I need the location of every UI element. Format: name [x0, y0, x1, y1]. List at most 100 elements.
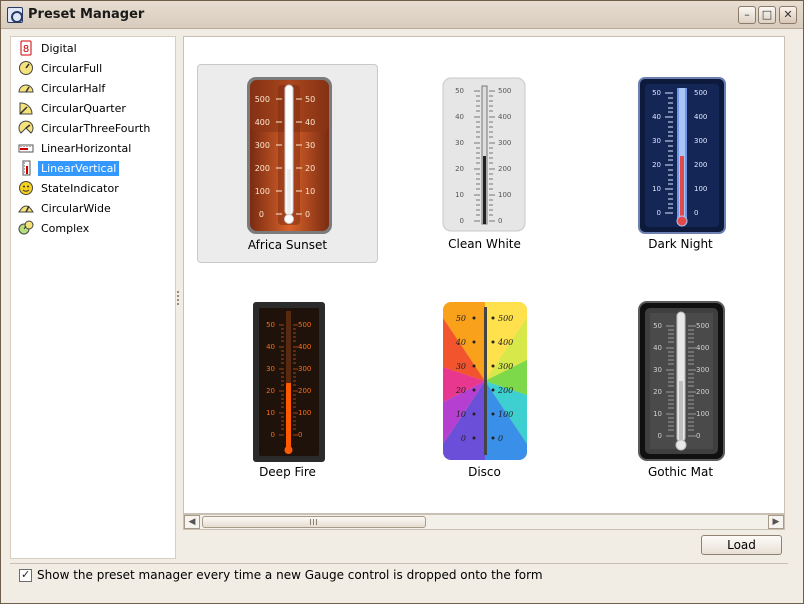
scroll-thumb[interactable]	[202, 516, 426, 528]
gauge-tick-label: 0	[461, 434, 466, 443]
scroll-grip-icon	[310, 519, 318, 525]
gauge-tick-label: 40	[652, 113, 661, 121]
tree-item-label: CircularWide	[41, 201, 111, 215]
tree-item-label: CircularHalf	[41, 81, 106, 95]
tree-item-linear-horizontal[interactable]: LinearHorizontal	[18, 139, 134, 157]
complex-gauge-icon	[18, 220, 34, 236]
gauge-tick-label: 500	[255, 95, 270, 104]
tree-item-digital[interactable]: 8 Digital	[18, 39, 80, 57]
gauge-tick-label: 200	[255, 164, 270, 173]
minimize-button[interactable]: –	[738, 6, 756, 24]
linear-horizontal-gauge-icon	[18, 140, 34, 156]
tree-item-complex[interactable]: Complex	[18, 219, 92, 237]
gauge-tick-label: 10	[456, 410, 466, 419]
circular-full-gauge-icon	[18, 60, 34, 76]
scroll-right-button[interactable]: ▶	[768, 515, 784, 529]
window-title: Preset Manager	[28, 7, 145, 22]
gauge-tick-label: 100	[255, 187, 270, 196]
gauge-tick-label: 50	[455, 87, 464, 95]
footer: Show the preset manager every time a new…	[19, 568, 543, 582]
preset-tile-deep-fire[interactable]: 50 40 30 20 10 0 500 400 300 200 100 0 D…	[197, 289, 378, 488]
gauge-tick-label: 20	[455, 386, 466, 395]
title-bar[interactable]: Preset Manager – □ ✕	[1, 1, 803, 29]
preset-name: Deep Fire	[259, 465, 316, 479]
gauge-tick-label: 0	[259, 210, 264, 219]
tree-item-circular-half[interactable]: CircularHalf	[18, 79, 108, 97]
tree-item-label: LinearVertical	[38, 160, 120, 176]
chevron-right-icon: ▶	[772, 517, 780, 527]
load-button[interactable]: Load	[701, 535, 782, 555]
show-preset-manager-checkbox[interactable]	[19, 568, 32, 582]
preset-name: Gothic Mat	[647, 465, 714, 479]
preset-tile-gothic-mat[interactable]: 50 40 30 20 10 0 500 400 300 200 100 0 G…	[590, 289, 771, 488]
tree-item-circular-three-fourth[interactable]: CircularThreeFourth	[18, 119, 153, 137]
gauge-tick-label: 20	[652, 161, 661, 169]
gauge-tick-label: 100	[498, 191, 511, 199]
gauge-tick-label: 200	[696, 388, 709, 396]
tree-item-label: CircularFull	[41, 61, 103, 75]
clean-white-gauge-preview: 50 40 30 20 10 0 500 400 300 200 100 0	[442, 77, 526, 232]
gauge-tick-label: 40	[455, 113, 464, 121]
horizontal-scrollbar[interactable]: ◀ ▶	[183, 514, 785, 530]
tree-item-state-indicator[interactable]: StateIndicator	[18, 179, 122, 197]
tree-item-circular-full[interactable]: CircularFull	[18, 59, 105, 77]
gauge-tick-label: 30	[266, 365, 275, 373]
gauge-tick-label: 10	[266, 409, 275, 417]
tree-item-label: CircularThreeFourth	[41, 121, 151, 135]
deep-fire-gauge-preview: 50 40 30 20 10 0 500 400 300 200 100 0	[253, 302, 325, 462]
gauge-tick-label: 200	[498, 165, 511, 173]
gauge-tick-label: 50	[652, 89, 661, 97]
gauge-tick-label: 0	[657, 209, 661, 217]
gauge-tick-label: 300	[298, 365, 311, 373]
tree-item-label: LinearHorizontal	[41, 141, 132, 155]
circular-wide-gauge-icon	[18, 200, 34, 216]
gauge-tick-label: 20	[305, 164, 315, 173]
gauge-tick-label: 50	[305, 95, 315, 104]
africa-sunset-gauge-preview: 500 400 300 200 100 0 50 40 30 20 10 0	[247, 77, 332, 234]
tree-item-label: Complex	[41, 221, 90, 235]
gauge-tick-label: 500	[498, 87, 511, 95]
gauge-tick-label: 100	[694, 185, 707, 193]
gauge-tick-label: 100	[498, 410, 513, 419]
tree-item-label: Digital	[41, 41, 77, 55]
gauge-tick-label: 0	[460, 217, 464, 225]
gauge-tick-label: 200	[298, 387, 311, 395]
tree-item-circular-wide[interactable]: CircularWide	[18, 199, 114, 217]
gauge-tick-label: 30	[455, 139, 464, 147]
preset-tile-clean-white[interactable]: 50 40 30 20 10 0 500 400 300 200 100 0 C…	[394, 64, 575, 263]
gauge-tick-label: 400	[298, 343, 311, 351]
preset-gallery: 500 400 300 200 100 0 50 40 30 20 10 0 A…	[183, 36, 785, 514]
gauge-tick-label: 300	[696, 366, 709, 374]
gauge-tick-label: 40	[305, 118, 315, 127]
circular-quarter-gauge-icon	[18, 100, 34, 116]
gauge-tick-label: 500	[498, 314, 513, 323]
gothic-mat-gauge-preview: 50 40 30 20 10 0 500 400 300 200 100 0	[638, 301, 725, 461]
preset-tile-africa-sunset[interactable]: 500 400 300 200 100 0 50 40 30 20 10 0 A…	[197, 64, 378, 263]
tree-item-label: StateIndicator	[41, 181, 119, 195]
maximize-button[interactable]: □	[758, 6, 776, 24]
close-button[interactable]: ✕	[779, 6, 797, 24]
gauge-tick-label: 0	[696, 432, 700, 440]
gauge-tick-label: 400	[255, 118, 270, 127]
gauge-tick-label: 0	[298, 431, 302, 439]
preset-tile-dark-night[interactable]: 50 40 30 20 10 0 500 400 300 200 100 0 D…	[590, 64, 771, 263]
panel-splitter[interactable]	[176, 36, 181, 559]
digital-gauge-icon: 8	[18, 40, 34, 56]
gauge-tick-label: 500	[694, 89, 707, 97]
show-preset-manager-label: Show the preset manager every time a new…	[37, 568, 543, 582]
tree-item-circular-quarter[interactable]: CircularQuarter	[18, 99, 129, 117]
gauge-tick-label: 30	[653, 366, 662, 374]
scroll-left-button[interactable]: ◀	[184, 515, 200, 529]
linear-vertical-gauge-icon	[18, 160, 34, 176]
gauge-tick-label: 300	[498, 139, 511, 147]
circular-half-gauge-icon	[18, 80, 34, 96]
preset-tile-disco[interactable]: 50 40 30 20 10 0 500 400 300 200 100 0 D…	[394, 289, 575, 488]
disco-gauge-preview: 50 40 30 20 10 0 500 400 300 200 100 0	[443, 302, 527, 460]
tree-item-linear-vertical[interactable]: LinearVertical	[18, 159, 120, 177]
gauge-tick-label: 0	[498, 434, 503, 443]
gauge-tick-label: 300	[498, 362, 513, 371]
gauge-tick-label: 40	[266, 343, 275, 351]
gauge-tick-label: 200	[497, 386, 513, 395]
gauge-tick-label: 50	[653, 322, 662, 330]
gauge-tick-label: 200	[694, 161, 707, 169]
